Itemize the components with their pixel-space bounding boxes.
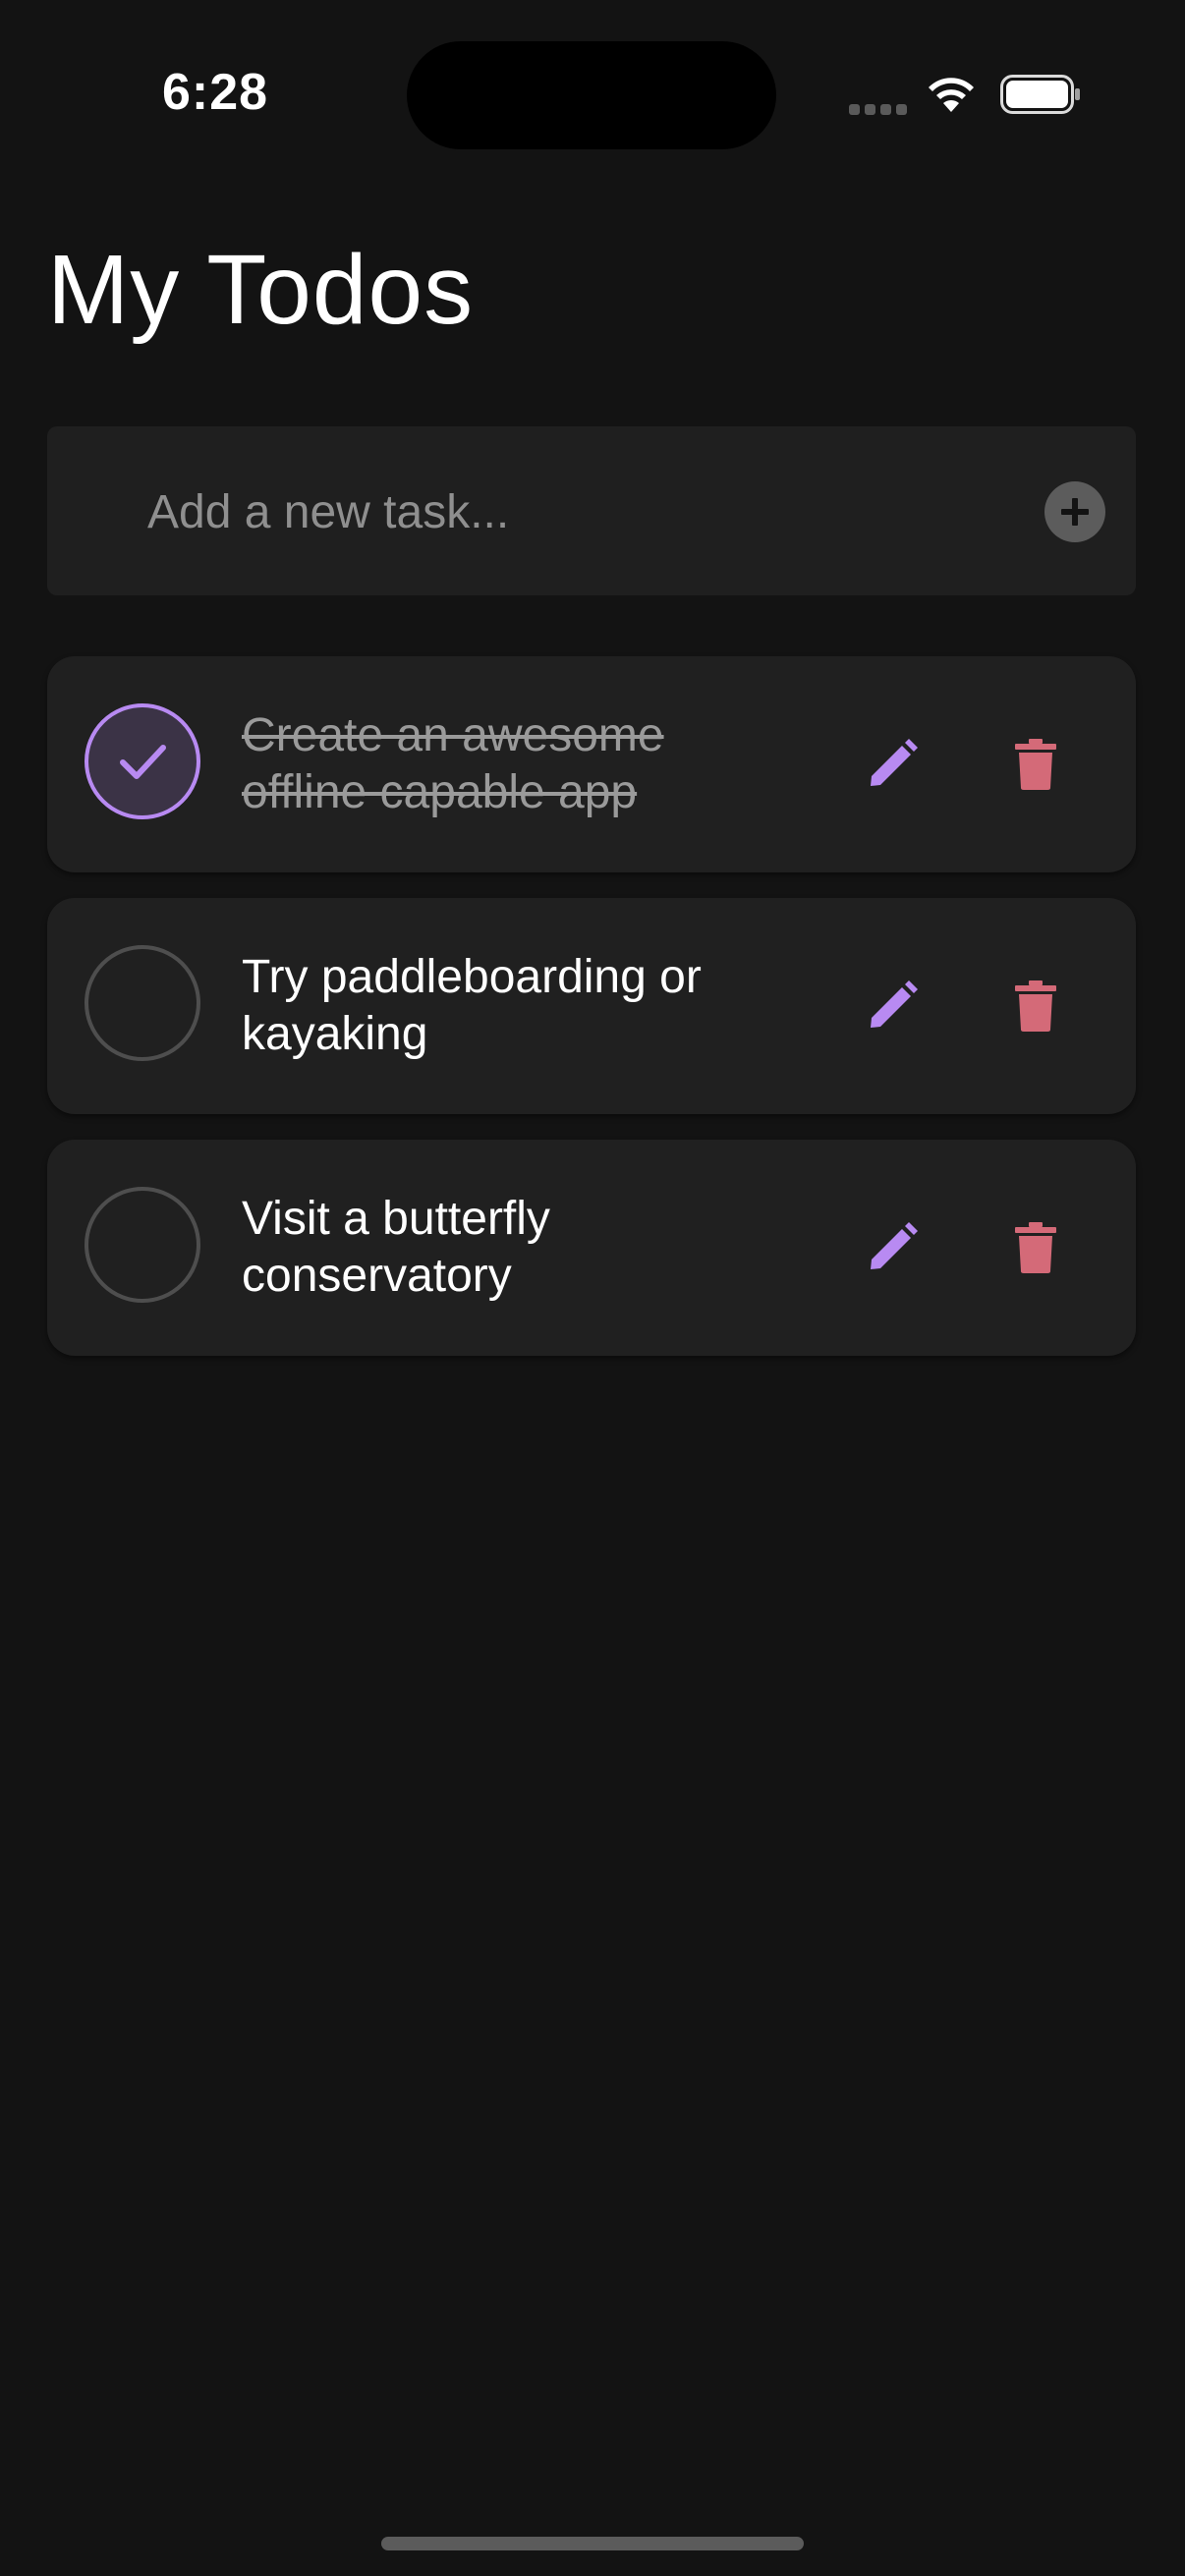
plus-icon [1061, 498, 1089, 526]
todo-text: Try paddleboarding or kayaking [242, 951, 702, 1060]
pencil-icon [871, 739, 918, 786]
status-bar: 6:28 [0, 0, 1185, 187]
todo-item: Try paddleboarding or kayaking [47, 898, 1136, 1114]
home-indicator[interactable] [381, 2537, 804, 2550]
trash-icon [1015, 739, 1056, 790]
todo-item: Create an awesome offline capable app [47, 656, 1136, 872]
delete-button[interactable] [996, 1208, 1075, 1287]
todo-checkbox[interactable] [85, 945, 200, 1061]
delete-button[interactable] [996, 967, 1075, 1045]
todo-list: Create an awesome offline capable app Tr… [47, 656, 1136, 1381]
battery-icon [1000, 75, 1080, 114]
page-title: My Todos [47, 235, 475, 345]
pencil-icon [871, 980, 918, 1028]
todo-text: Visit a butterfly conservatory [242, 1193, 550, 1302]
pencil-icon [871, 1222, 918, 1269]
status-time: 6:28 [162, 64, 269, 121]
add-task-bar [47, 426, 1136, 595]
dynamic-island [407, 41, 776, 149]
trash-icon [1015, 1222, 1056, 1273]
trash-icon [1015, 980, 1056, 1032]
add-task-button[interactable] [1044, 481, 1105, 542]
todo-text: Create an awesome offline capable app [242, 709, 664, 818]
checkmark-icon [120, 745, 166, 779]
edit-button[interactable] [853, 967, 931, 1045]
todo-item: Visit a butterfly conservatory [47, 1140, 1136, 1356]
wifi-icon [929, 78, 974, 112]
todo-checkbox[interactable] [85, 1187, 200, 1303]
delete-button[interactable] [996, 725, 1075, 804]
todo-checkbox[interactable] [85, 703, 200, 819]
add-task-input[interactable] [145, 479, 1014, 544]
cellular-signal-icon [849, 104, 907, 115]
edit-button[interactable] [853, 1208, 931, 1287]
edit-button[interactable] [853, 725, 931, 804]
